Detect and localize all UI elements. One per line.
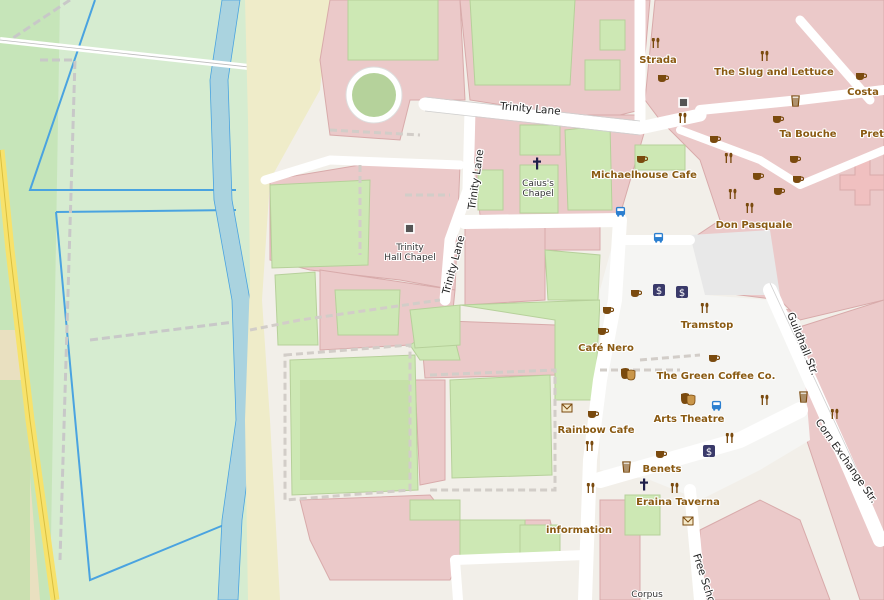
label-costa: Costa xyxy=(847,87,879,98)
label-michaelhouse: Michaelhouse Cafe xyxy=(591,170,697,181)
label-rainbow-cafe: Rainbow Cafe xyxy=(558,425,635,436)
label-ta-bouche: Ta Bouche xyxy=(779,129,836,140)
label-caius-chapel-1: Caius's xyxy=(522,179,554,189)
label-eraina-taverna: Eraina Taverna xyxy=(636,497,720,508)
label-trinity-hall-1: Trinity xyxy=(395,243,424,253)
label-cafe-nero: Café Nero xyxy=(578,342,634,354)
label-trinity-hall-2: Hall Chapel xyxy=(384,253,435,263)
square-marker-icon[interactable] xyxy=(678,97,689,108)
bank-icon[interactable] xyxy=(676,286,688,299)
label-pret: Pret xyxy=(860,129,884,140)
map-view[interactable]: $ xyxy=(0,0,884,600)
label-tramstop: Tramstop xyxy=(681,320,734,331)
label-corpus: Corpus xyxy=(631,590,663,600)
label-information: information xyxy=(546,525,612,536)
bank-icon[interactable] xyxy=(653,284,665,297)
label-strada: Strada xyxy=(639,55,677,66)
label-caius-chapel-2: Chapel xyxy=(522,189,553,199)
label-slug-and-lettuce: The Slug and Lettuce xyxy=(714,67,834,78)
bank-icon[interactable] xyxy=(703,445,715,458)
courts xyxy=(300,380,410,480)
label-green-coffee: The Green Coffee Co. xyxy=(657,371,776,382)
label-benets: Benets xyxy=(642,464,681,475)
map-canvas[interactable]: $ xyxy=(0,0,884,600)
chapel-square-icon[interactable] xyxy=(404,223,415,234)
label-don-pasquale: Don Pasquale xyxy=(716,220,793,231)
post-box-icon[interactable] xyxy=(682,516,694,526)
label-arts-theatre: Arts Theatre xyxy=(654,414,725,425)
post-box-icon[interactable] xyxy=(561,403,573,413)
